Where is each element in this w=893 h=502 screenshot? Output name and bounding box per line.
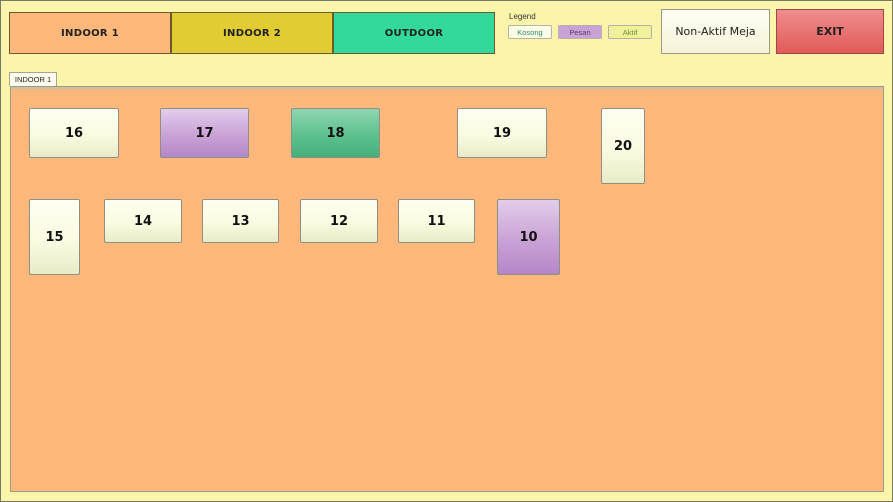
tab-indoor-1[interactable]: INDOOR 1	[9, 72, 57, 86]
area-tab-indoor-1[interactable]: INDOOR 1	[9, 12, 171, 54]
table-20[interactable]: 20	[601, 108, 645, 184]
table-17[interactable]: 17	[160, 108, 249, 158]
table-18[interactable]: 18	[291, 108, 380, 158]
legend-title: Legend	[509, 12, 536, 21]
nonaktif-meja-button[interactable]: Non-Aktif Meja	[661, 9, 770, 54]
exit-button[interactable]: EXIT	[776, 9, 884, 54]
table-floor-area	[10, 86, 884, 492]
table-14[interactable]: 14	[104, 199, 182, 243]
table-19[interactable]: 19	[457, 108, 547, 158]
area-tab-indoor-2[interactable]: INDOOR 2	[171, 12, 333, 54]
legend-aktif: Aktif	[608, 25, 652, 39]
legend-kosong: Kosong	[508, 25, 552, 39]
legend-pesan: Pesan	[558, 25, 602, 39]
table-11[interactable]: 11	[398, 199, 475, 243]
table-15[interactable]: 15	[29, 199, 80, 275]
table-12[interactable]: 12	[300, 199, 378, 243]
area-tab-outdoor[interactable]: OUTDOOR	[333, 12, 495, 54]
table-13[interactable]: 13	[202, 199, 279, 243]
table-16[interactable]: 16	[29, 108, 119, 158]
table-10[interactable]: 10	[497, 199, 560, 275]
